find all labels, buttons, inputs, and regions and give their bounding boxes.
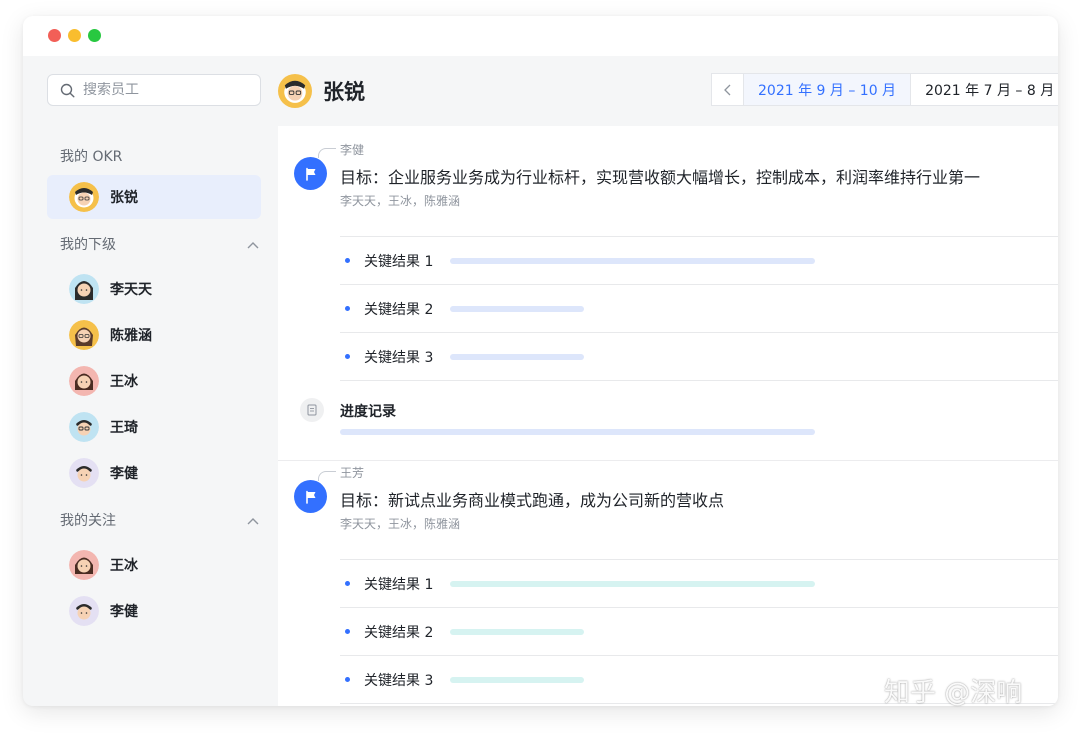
- person-name: 李健: [110, 604, 138, 620]
- sidebar-item-wangbing[interactable]: 王冰: [47, 359, 261, 403]
- person-name: 王冰: [110, 558, 138, 574]
- sidebar-item-litiantian[interactable]: 李天天: [47, 267, 261, 311]
- person-name: 王琦: [110, 420, 138, 436]
- parent-owner: 王芳: [340, 466, 365, 480]
- progress-record-label: 进度记录: [340, 404, 396, 420]
- okr-header: 张锐 2021 年 9 月 – 10 月 2021 年 7 月 – 8 月: [278, 56, 1058, 126]
- person-name: 张锐: [110, 190, 138, 206]
- date-tab-jul-aug[interactable]: 2021 年 7 月 – 8 月: [911, 74, 1058, 105]
- key-result-progress-bar: [450, 353, 585, 360]
- watermark: 知乎 @深响: [884, 678, 1023, 708]
- close-window-button[interactable]: [48, 29, 61, 42]
- collaborators: 李天天，王冰，陈雅涵: [340, 194, 461, 208]
- key-result-progress-track: [450, 676, 870, 683]
- objective-title[interactable]: 目标：新试点业务商业模式跑通，成为公司新的营收点: [340, 487, 724, 511]
- date-prev-button[interactable]: [712, 74, 744, 105]
- avatar: [69, 182, 99, 212]
- avatar: [69, 320, 99, 350]
- parent-link-line: [318, 148, 336, 158]
- objective-title[interactable]: 目标：企业服务业务成为行业标杆，实现营收额大幅增长，控制成本，利润率维持行业第一: [340, 164, 980, 188]
- key-result-row[interactable]: 关键结果 1: [340, 236, 1058, 284]
- key-result-progress-bar: [450, 628, 585, 635]
- document-icon: [300, 398, 324, 422]
- search-input[interactable]: [83, 82, 253, 98]
- key-result-label: 关键结果 3: [364, 672, 434, 689]
- subordinates-label: 我的下级: [60, 237, 116, 253]
- person-name: 李天天: [110, 282, 152, 298]
- okr-content: 李健 目标：企业服务业务成为行业标杆，实现营收额大幅增长，控制成本，利润率维持行…: [278, 126, 1058, 706]
- key-result-row[interactable]: 关键结果 3: [340, 332, 1058, 380]
- bullet: [345, 258, 350, 263]
- person-name: 王冰: [110, 374, 138, 390]
- avatar: [69, 458, 99, 488]
- key-result-label: 关键结果 3: [364, 349, 434, 366]
- key-result-row[interactable]: 关键结果 2: [340, 607, 1058, 655]
- key-result-progress-track: [450, 257, 870, 264]
- key-result-progress-bar: [450, 676, 585, 683]
- parent-owner: 李健: [340, 143, 365, 157]
- search-box[interactable]: [47, 74, 261, 106]
- row-divider: [340, 380, 1058, 381]
- person-name: 陈雅涵: [110, 328, 152, 344]
- progress-record-bar: [340, 429, 815, 435]
- bullet: [345, 629, 350, 634]
- collaborators: 李天天，王冰，陈雅涵: [340, 517, 461, 531]
- flag-icon: [294, 157, 327, 190]
- app-window: 我的 OKR 张锐 我的下级 李天天 陈雅涵 王冰: [23, 16, 1058, 706]
- key-result-progress-bar: [450, 305, 585, 312]
- key-result-row[interactable]: 关键结果 1: [340, 559, 1058, 607]
- chevron-up-icon[interactable]: [246, 513, 260, 527]
- key-result-progress-track: [450, 353, 870, 360]
- key-result-label: 关键结果 1: [364, 253, 434, 270]
- sidebar-item-lijian-following[interactable]: 李健: [47, 589, 261, 633]
- title-bar: [23, 16, 1058, 56]
- key-result-label: 关键结果 2: [364, 624, 434, 641]
- sidebar: 我的 OKR 张锐 我的下级 李天天 陈雅涵 王冰: [23, 56, 278, 706]
- following-label: 我的关注: [60, 513, 116, 529]
- date-range-nav: 2021 年 9 月 – 10 月 2021 年 7 月 – 8 月: [711, 73, 1058, 106]
- search-icon: [60, 83, 75, 98]
- key-result-progress-track: [450, 305, 870, 312]
- avatar: [69, 412, 99, 442]
- bullet: [345, 581, 350, 586]
- avatar: [278, 74, 312, 108]
- flag-icon: [294, 480, 327, 513]
- avatar: [69, 366, 99, 396]
- key-result-label: 关键结果 1: [364, 576, 434, 593]
- avatar: [69, 274, 99, 304]
- page-title: 张锐: [323, 80, 365, 104]
- parent-link-line: [318, 471, 336, 481]
- key-result-label: 关键结果 2: [364, 301, 434, 318]
- chevron-left-icon: [723, 84, 730, 95]
- bullet: [345, 306, 350, 311]
- sidebar-item-wangbing-following[interactable]: 王冰: [47, 543, 261, 587]
- minimize-window-button[interactable]: [68, 29, 81, 42]
- bullet: [345, 677, 350, 682]
- sidebar-item-chenyahan[interactable]: 陈雅涵: [47, 313, 261, 357]
- my-okr-label: 我的 OKR: [60, 149, 123, 165]
- key-result-progress-track: [450, 628, 870, 635]
- key-result-progress-track: [450, 580, 870, 587]
- date-tab-sep-oct[interactable]: 2021 年 9 月 – 10 月: [744, 74, 912, 105]
- key-result-progress-bar: [450, 257, 816, 264]
- person-name: 李健: [110, 466, 138, 482]
- sidebar-item-lijian[interactable]: 李健: [47, 451, 261, 495]
- zoom-window-button[interactable]: [88, 29, 101, 42]
- sidebar-item-wangqi[interactable]: 王琦: [47, 405, 261, 449]
- key-result-row[interactable]: 关键结果 2: [340, 284, 1058, 332]
- avatar: [69, 550, 99, 580]
- chevron-up-icon[interactable]: [246, 237, 260, 251]
- bullet: [345, 354, 350, 359]
- key-result-progress-bar: [450, 580, 816, 587]
- sidebar-item-zhangrui[interactable]: 张锐: [47, 175, 261, 219]
- avatar: [69, 596, 99, 626]
- objective-divider: [278, 460, 1058, 461]
